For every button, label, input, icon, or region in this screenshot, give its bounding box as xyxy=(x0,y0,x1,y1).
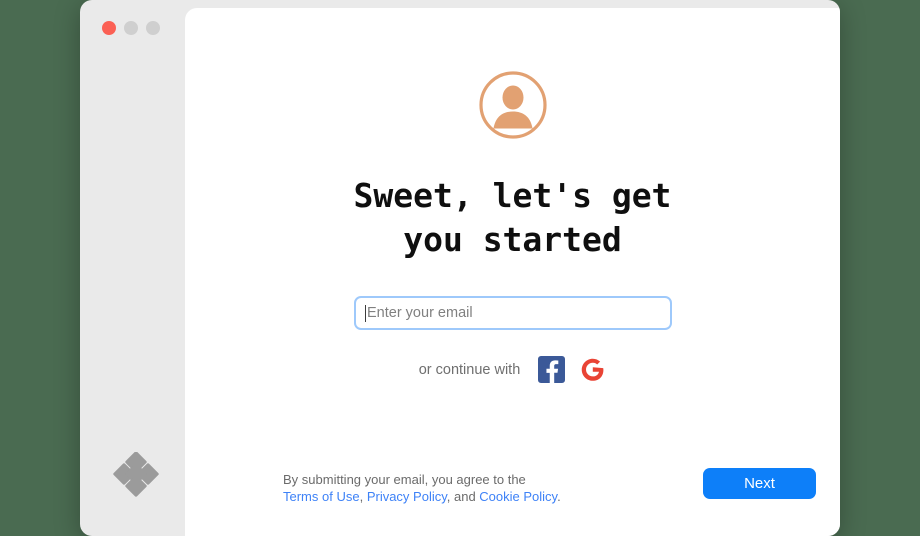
app-window: Sweet, let's get you started Enter your … xyxy=(80,0,840,536)
social-buttons xyxy=(538,356,606,383)
privacy-policy-link[interactable]: Privacy Policy xyxy=(367,489,447,504)
email-input[interactable]: Enter your email xyxy=(353,296,672,330)
social-login-row: or continue with xyxy=(419,356,607,383)
user-avatar-icon xyxy=(478,70,548,140)
signup-form: Sweet, let's get you started Enter your … xyxy=(185,8,840,463)
next-button[interactable]: Next xyxy=(703,468,816,499)
terms-of-use-link[interactable]: Terms of Use xyxy=(283,489,360,504)
close-button[interactable] xyxy=(102,21,116,35)
legal-prefix: By submitting your email, you agree to t… xyxy=(283,472,526,487)
legal-sep-1: , xyxy=(359,488,367,504)
google-login-button[interactable] xyxy=(579,356,606,383)
continue-with-label: or continue with xyxy=(418,361,521,378)
email-input-placeholder: Enter your email xyxy=(367,305,473,321)
zoom-button[interactable] xyxy=(146,21,160,35)
text-caret xyxy=(364,304,366,322)
cookie-policy-link[interactable]: Cookie Policy xyxy=(479,489,557,504)
content-panel: Sweet, let's get you started Enter your … xyxy=(185,8,840,536)
form-footer: By submitting your email, you agree to t… xyxy=(185,456,840,536)
minimize-button[interactable] xyxy=(124,21,138,35)
page-title: Sweet, let's get you started xyxy=(353,176,672,259)
desktop-background: Sweet, let's get you started Enter your … xyxy=(0,0,920,536)
legal-sep-2: , and xyxy=(446,488,480,504)
legal-text: By submitting your email, you agree to t… xyxy=(283,472,603,505)
window-controls xyxy=(102,21,160,35)
legal-sep-3: . xyxy=(557,488,561,504)
facebook-login-button[interactable] xyxy=(538,356,566,383)
dropbox-logo xyxy=(112,451,160,504)
